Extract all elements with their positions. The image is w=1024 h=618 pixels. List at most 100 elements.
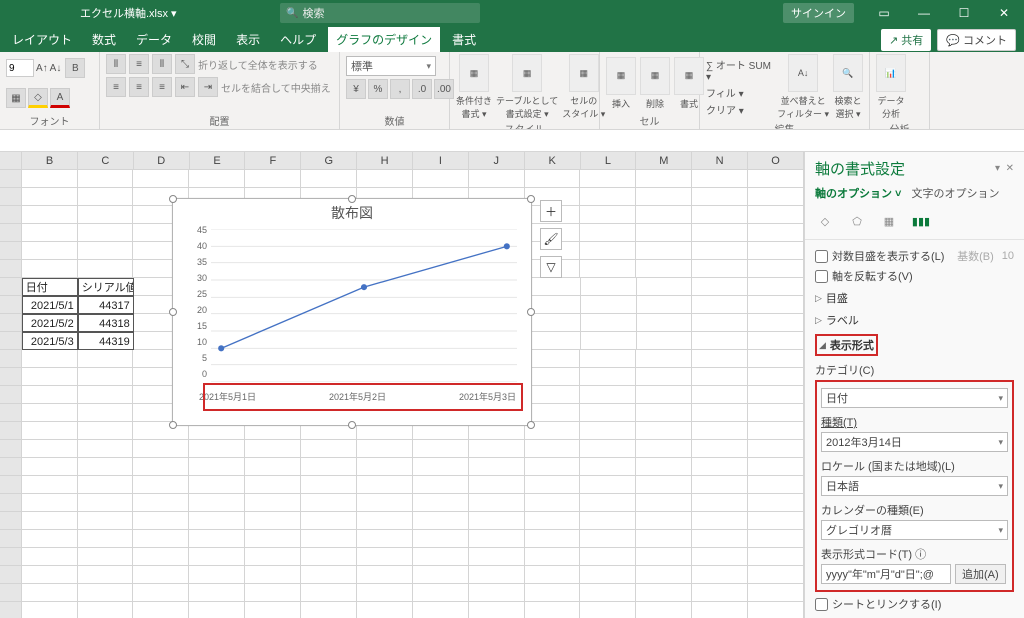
fill-line-icon[interactable]: ◇ — [815, 211, 835, 231]
log-scale-checkbox[interactable] — [815, 250, 828, 263]
find-select-button[interactable]: 🔍検索と 選択 ▾ — [833, 54, 863, 120]
tab-chart-design[interactable]: グラフのデザイン — [328, 27, 440, 52]
pane-tab-axis-options[interactable]: 軸のオプション — [815, 185, 901, 201]
formula-bar[interactable] — [0, 130, 1024, 152]
tab-formulas[interactable]: 数式 — [84, 27, 124, 52]
col-header[interactable]: C — [78, 152, 134, 169]
pane-tab-text-options[interactable]: 文字のオプション — [911, 185, 999, 201]
align-right-icon[interactable]: ≡ — [152, 77, 172, 97]
chart-handle[interactable] — [348, 195, 356, 203]
align-mid-icon[interactable]: ≡ — [129, 54, 149, 74]
format-code-input[interactable]: yyyy"年"m"月"d"日";@ — [821, 564, 951, 584]
align-left-icon[interactable]: ≡ — [106, 77, 126, 97]
chart-plot-area[interactable] — [211, 229, 517, 382]
chart-object[interactable]: 散布図 — [172, 198, 532, 426]
chart-handle[interactable] — [527, 195, 535, 203]
link-sheet-checkbox[interactable] — [815, 598, 828, 611]
col-header[interactable]: E — [190, 152, 246, 169]
axis-options-icon[interactable]: ▮▮▮ — [911, 211, 931, 231]
pane-dropdown-icon[interactable]: ▾ — [995, 163, 1000, 174]
wrap-text-button[interactable]: 折り返して全体を表示する — [198, 57, 318, 72]
share-button[interactable]: ↗ 共有 — [881, 29, 931, 51]
size-props-icon[interactable]: ▦ — [879, 211, 899, 231]
border-icon[interactable]: ▦ — [6, 88, 26, 108]
section-tick[interactable]: ▷目盛 — [815, 290, 1014, 306]
chart-elements-button[interactable]: ＋ — [540, 200, 562, 222]
tab-layout[interactable]: レイアウト — [4, 27, 80, 52]
section-format[interactable]: ◢表示形式 — [815, 334, 1014, 356]
tab-help[interactable]: ヘルプ — [272, 27, 324, 52]
col-header[interactable]: N — [692, 152, 748, 169]
insert-cells-button[interactable]: ▦挿入 — [606, 57, 636, 110]
search-box[interactable]: 検索 — [280, 3, 480, 23]
col-header[interactable]: G — [301, 152, 357, 169]
chart-handle[interactable] — [348, 421, 356, 429]
indent-inc-icon[interactable]: ⇥ — [198, 77, 218, 97]
col-header[interactable]: F — [245, 152, 301, 169]
fill-color-icon[interactable]: ◇ — [28, 88, 48, 108]
delete-cells-button[interactable]: ▦削除 — [640, 57, 670, 110]
pane-close-icon[interactable]: ✕ — [1006, 163, 1014, 174]
maximize-icon[interactable]: ☐ — [944, 0, 984, 26]
chart-handle[interactable] — [527, 308, 535, 316]
bold-icon[interactable]: B — [65, 58, 85, 78]
col-header[interactable]: L — [581, 152, 637, 169]
col-header[interactable]: H — [357, 152, 413, 169]
type-select[interactable]: 2012年3月14日 — [821, 432, 1008, 452]
col-header[interactable]: I — [413, 152, 469, 169]
tab-data[interactable]: データ — [128, 27, 180, 52]
table-format-button[interactable]: ▦テーブルとして 書式設定 ▾ — [496, 54, 558, 120]
effects-icon[interactable]: ⬠ — [847, 211, 867, 231]
font-color-icon[interactable]: A — [50, 88, 70, 108]
worksheet[interactable]: B C D E F G H I J K L M N O 日付シリアル値2021/… — [0, 152, 804, 618]
select-all-corner[interactable] — [0, 152, 22, 169]
autosum-button[interactable]: ∑ オート SUM ▾ — [706, 57, 773, 83]
section-label[interactable]: ▷ラベル — [815, 312, 1014, 328]
chart-filter-button[interactable]: ▽ — [540, 256, 562, 278]
col-header[interactable]: O — [748, 152, 804, 169]
sort-filter-button[interactable]: A↓並べ替えと フィルター ▾ — [777, 54, 829, 120]
inc-dec-icon[interactable]: .0 — [412, 79, 432, 99]
close-icon[interactable]: ✕ — [984, 0, 1024, 26]
tab-view[interactable]: 表示 — [228, 27, 268, 52]
signin-button[interactable]: サインイン — [783, 3, 854, 23]
align-bot-icon[interactable]: ⫴ — [152, 54, 172, 74]
col-header[interactable]: J — [469, 152, 525, 169]
fill-button[interactable]: フィル ▾ — [706, 85, 773, 100]
tab-format[interactable]: 書式 — [444, 27, 484, 52]
reverse-axis-checkbox[interactable] — [815, 270, 828, 283]
chart-handle[interactable] — [527, 421, 535, 429]
align-top-icon[interactable]: ⫴ — [106, 54, 126, 74]
filename[interactable]: エクセル横軸.xlsx ▾ — [80, 5, 177, 21]
indent-dec-icon[interactable]: ⇤ — [175, 77, 195, 97]
calendar-select[interactable]: グレゴリオ暦 — [821, 520, 1008, 540]
minimize-icon[interactable]: — — [904, 0, 944, 26]
orientation-icon[interactable]: ⤡ — [175, 54, 195, 74]
conditional-format-button[interactable]: ▦条件付き 書式 ▾ — [456, 54, 492, 120]
number-format-select[interactable]: 標準 — [346, 56, 436, 76]
locale-select[interactable]: 日本語 — [821, 476, 1008, 496]
font-size-input[interactable] — [6, 59, 34, 77]
percent-icon[interactable]: % — [368, 79, 388, 99]
increase-font-icon[interactable]: A↑ — [36, 63, 48, 74]
chart-styles-button[interactable]: 🖌 — [540, 228, 562, 250]
cell-style-button[interactable]: ▦セルの スタイル ▾ — [562, 54, 605, 120]
comma-icon[interactable]: , — [390, 79, 410, 99]
chart-handle[interactable] — [169, 421, 177, 429]
decrease-font-icon[interactable]: A↓ — [50, 63, 62, 74]
ribbon-options-icon[interactable]: ▭ — [864, 0, 904, 26]
data-analysis-button[interactable]: 📊データ 分析 — [876, 54, 906, 120]
comment-button[interactable]: 💬 コメント — [937, 29, 1016, 51]
col-header[interactable]: M — [636, 152, 692, 169]
add-format-button[interactable]: 追加(A) — [955, 564, 1006, 584]
tab-review[interactable]: 校閲 — [184, 27, 224, 52]
col-header[interactable]: D — [134, 152, 190, 169]
merge-center-button[interactable]: セルを結合して中央揃え — [221, 80, 331, 95]
chart-handle[interactable] — [169, 195, 177, 203]
currency-icon[interactable]: ¥ — [346, 79, 366, 99]
align-center-icon[interactable]: ≡ — [129, 77, 149, 97]
clear-button[interactable]: クリア ▾ — [706, 102, 773, 117]
col-header[interactable]: B — [22, 152, 78, 169]
chart-handle[interactable] — [169, 308, 177, 316]
category-select[interactable]: 日付 — [821, 388, 1008, 408]
